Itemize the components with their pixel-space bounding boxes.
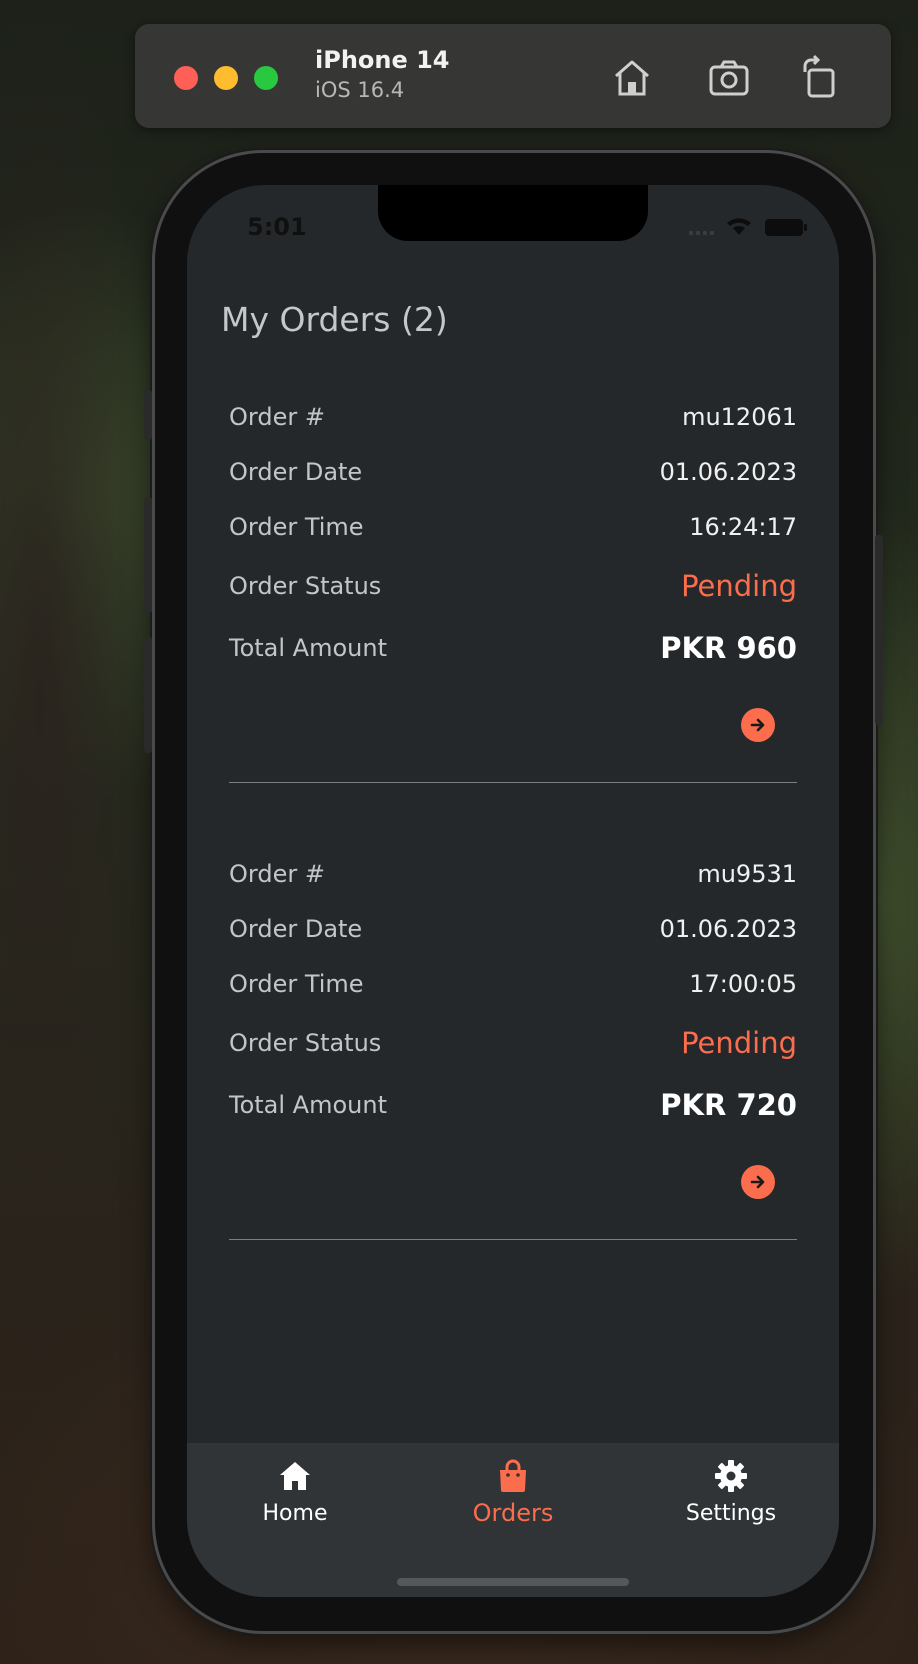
- status-icons: [689, 218, 807, 236]
- order-time-row: Order Time 16:24:17: [229, 502, 797, 552]
- order-time-label: Order Time: [229, 970, 364, 998]
- order-amount-value: PKR 720: [660, 1088, 797, 1122]
- order-number-row: Order # mu9531: [229, 849, 797, 899]
- home-indicator[interactable]: [397, 1578, 629, 1586]
- mute-switch: [144, 390, 152, 440]
- tab-settings-label: Settings: [685, 1501, 777, 1526]
- bottom-tab-bar: Home Orders Settings: [187, 1443, 839, 1597]
- order-time-value: 17:00:05: [689, 970, 797, 998]
- order-number-label: Order #: [229, 860, 325, 888]
- minimize-window-button[interactable]: [214, 66, 238, 90]
- arrow-right-icon: [750, 718, 765, 732]
- simulator-screenshot-button[interactable]: [705, 54, 753, 102]
- zoom-window-button[interactable]: [254, 66, 278, 90]
- order-divider: [229, 782, 797, 783]
- order-time-label: Order Time: [229, 513, 364, 541]
- order-status-row: Order Status Pending: [229, 561, 797, 611]
- order-status-badge: Pending: [681, 569, 797, 603]
- order-amount-label: Total Amount: [229, 1091, 387, 1119]
- order-amount-row: Total Amount PKR 960: [229, 623, 797, 673]
- tab-home-label: Home: [262, 1501, 328, 1526]
- screenshot-icon: [709, 60, 749, 96]
- volume-down-button: [144, 637, 152, 753]
- volume-up-button: [144, 497, 152, 613]
- order-number-value: mu9531: [697, 860, 797, 888]
- order-status-row: Order Status Pending: [229, 1018, 797, 1068]
- app-screen: 5:01 My Orders (2) Order # mu12061 Order…: [187, 185, 839, 1597]
- order-status-label: Order Status: [229, 1029, 382, 1057]
- order-date-value: 01.06.2023: [659, 458, 797, 486]
- order-divider: [229, 1239, 797, 1240]
- order-date-row: Order Date 01.06.2023: [229, 904, 797, 954]
- status-time: 5:01: [247, 213, 307, 241]
- order-amount-label: Total Amount: [229, 634, 387, 662]
- cellular-signal-icon: [689, 231, 714, 235]
- order-number-label: Order #: [229, 403, 325, 431]
- order-time-row: Order Time 17:00:05: [229, 959, 797, 1009]
- power-button: [875, 535, 883, 725]
- order-amount-row: Total Amount PKR 720: [229, 1080, 797, 1130]
- tab-orders[interactable]: Orders: [433, 1457, 593, 1527]
- home-icon: [280, 1462, 310, 1490]
- close-window-button[interactable]: [174, 66, 198, 90]
- tab-home[interactable]: Home: [215, 1457, 375, 1526]
- order-status-badge: Pending: [681, 1026, 797, 1060]
- order-date-value: 01.06.2023: [659, 915, 797, 943]
- tab-settings[interactable]: Settings: [651, 1457, 811, 1526]
- simulator-title-bar: iPhone 14 iOS 16.4: [135, 24, 891, 128]
- order-number-row: Order # mu12061: [229, 392, 797, 442]
- home-icon: [615, 60, 649, 96]
- os-version: iOS 16.4: [315, 78, 405, 102]
- order-status-label: Order Status: [229, 572, 382, 600]
- shopping-bag-icon: [500, 1459, 526, 1492]
- order-details-button[interactable]: [741, 1165, 775, 1199]
- order-date-row: Order Date 01.06.2023: [229, 447, 797, 497]
- order-number-value: mu12061: [682, 403, 797, 431]
- tab-orders-label: Orders: [472, 1499, 554, 1527]
- notch: [378, 185, 648, 241]
- simulator-home-button[interactable]: [608, 54, 656, 102]
- order-date-label: Order Date: [229, 458, 363, 486]
- order-amount-value: PKR 960: [660, 631, 797, 665]
- page-title: My Orders (2): [221, 300, 448, 339]
- wifi-icon: [727, 218, 751, 235]
- arrow-right-icon: [750, 1175, 765, 1189]
- rotate-icon: [803, 54, 835, 98]
- order-details-button[interactable]: [741, 708, 775, 742]
- gear-icon: [715, 1460, 747, 1492]
- simulator-rotate-button[interactable]: [795, 54, 843, 102]
- device-name: iPhone 14: [315, 46, 450, 74]
- battery-icon: [765, 219, 807, 236]
- order-date-label: Order Date: [229, 915, 363, 943]
- order-time-value: 16:24:17: [689, 513, 797, 541]
